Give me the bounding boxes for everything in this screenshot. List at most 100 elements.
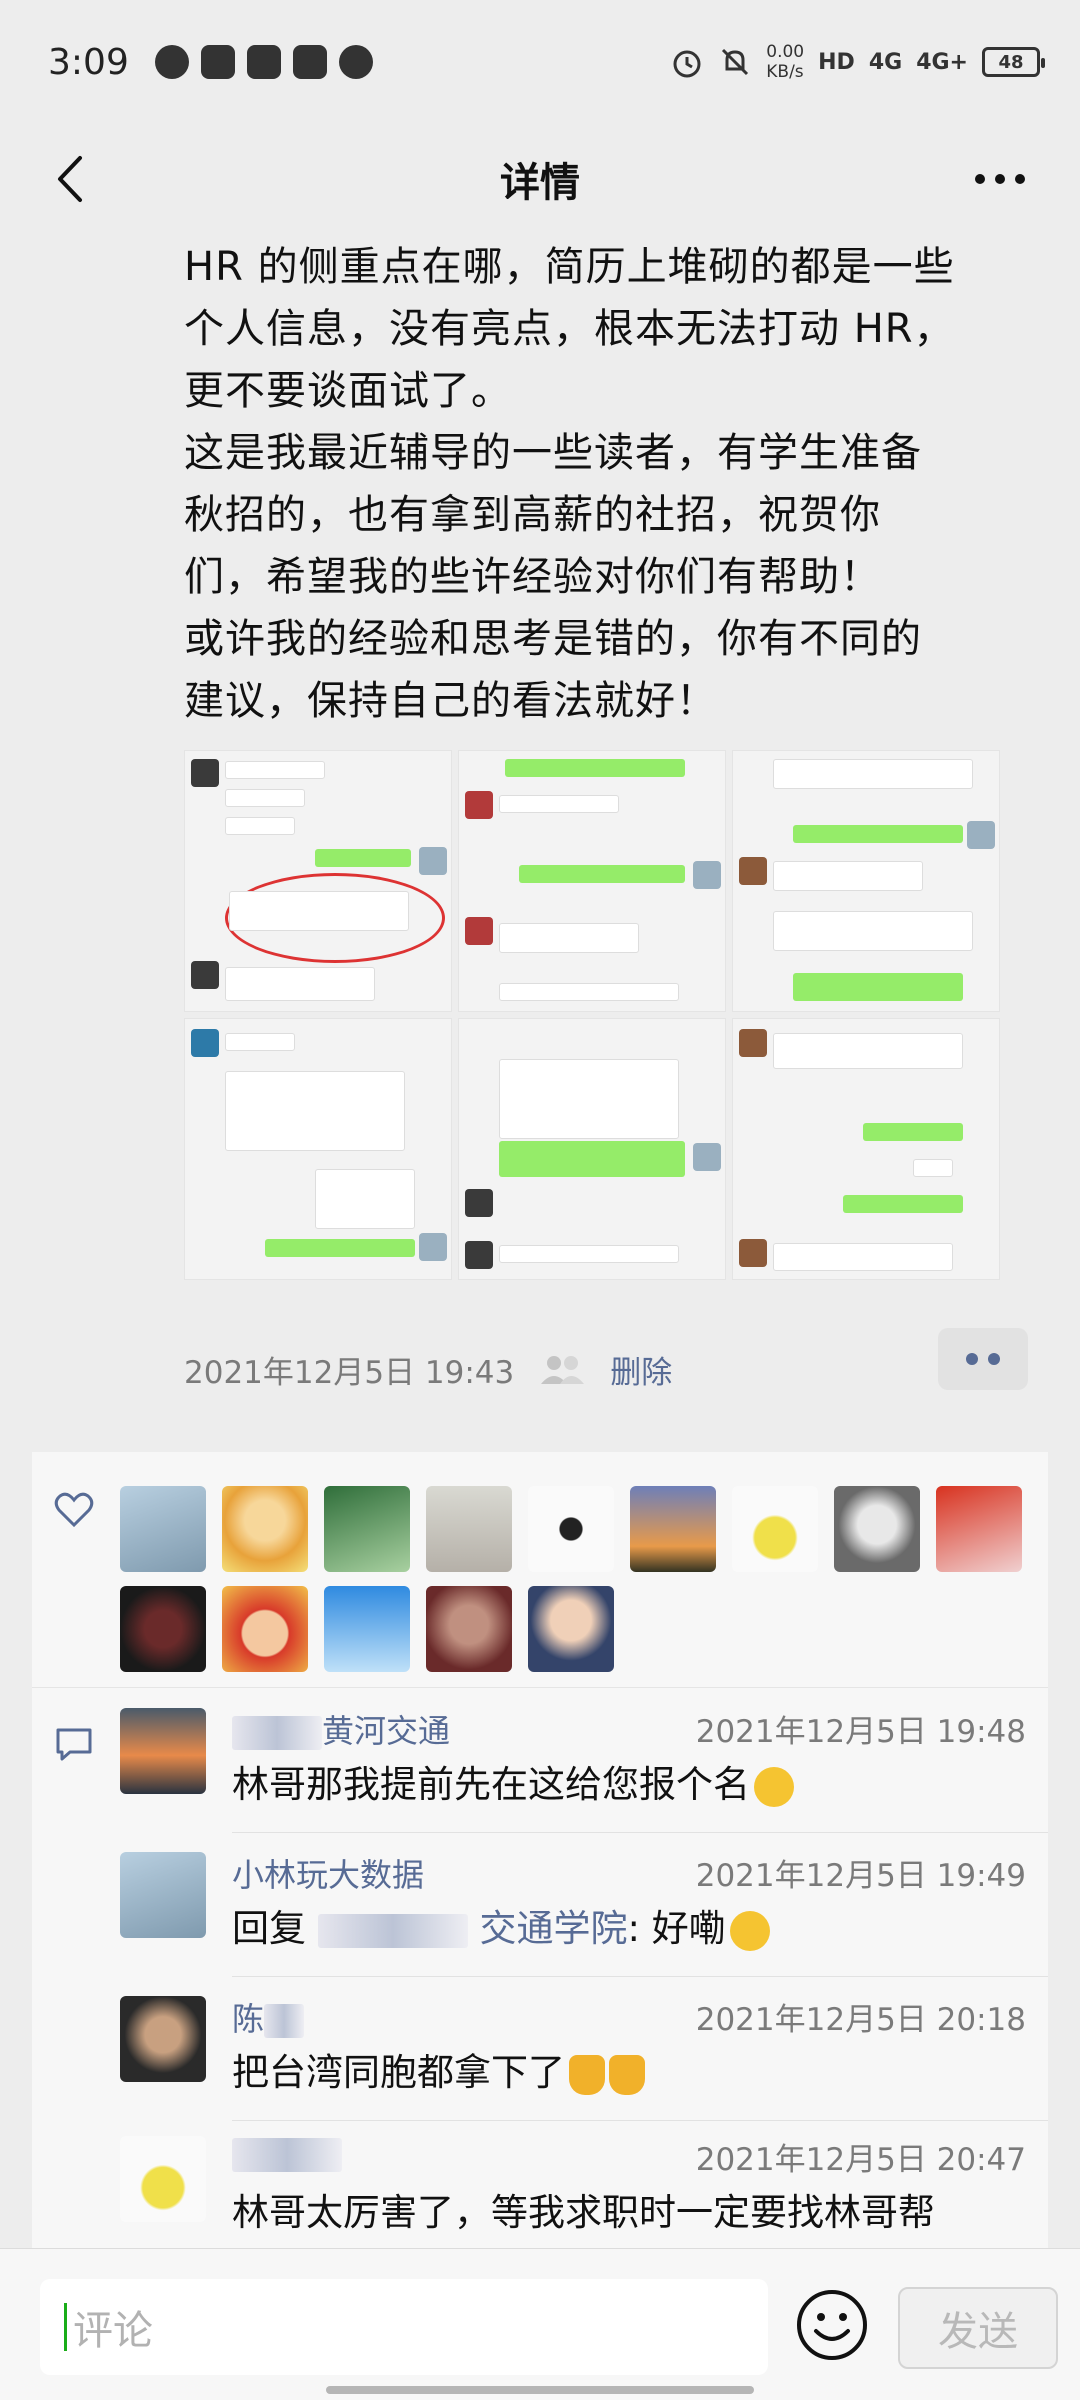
reply-target-name[interactable]: 交通学院 <box>480 1907 628 1950</box>
home-indicator[interactable] <box>326 2386 754 2394</box>
comment-item[interactable]: 2021年12月5日 20:47 林哥太厉害了，等我求职时一定要找林哥帮 <box>120 2116 1040 2260</box>
chat-bubble <box>505 759 685 777</box>
status-bar: 3:09 0.00 KB/s HD 4G 4G+ 48 <box>0 0 1080 124</box>
commenter-avatar[interactable] <box>120 1852 206 1938</box>
liker-avatar[interactable] <box>324 1486 410 1572</box>
redacted-name <box>317 1913 468 1948</box>
post-image[interactable] <box>458 750 726 1012</box>
post-text-line: 更不要谈面试了。 <box>184 368 512 414</box>
comment-input-bar: 评论 发送 <box>0 2248 1080 2400</box>
chat-avatar <box>465 791 493 819</box>
liker-avatar[interactable] <box>426 1486 512 1572</box>
chat-bubble <box>499 1245 679 1263</box>
liker-avatar[interactable] <box>120 1586 206 1672</box>
chat-bubble <box>793 973 963 1001</box>
chat-bubble <box>499 1141 685 1177</box>
chat-bubble <box>913 1159 953 1177</box>
back-button[interactable] <box>36 146 102 212</box>
more-dot-icon <box>975 174 985 184</box>
chat-bubble <box>793 825 963 843</box>
chat-bubble <box>265 1239 415 1257</box>
post-text-line: 们，希望我的些许经验对你们有帮助！ <box>184 554 881 600</box>
chat-bubble <box>499 923 639 953</box>
liker-avatar[interactable] <box>222 1486 308 1572</box>
redacted-name <box>264 2004 305 2038</box>
smirk-emoji-icon <box>729 1910 770 1951</box>
thumbs-up-emoji-icon <box>609 2054 645 2095</box>
post-image[interactable] <box>732 1018 1000 1280</box>
more-dot-icon <box>995 174 1005 184</box>
commenter-avatar[interactable] <box>120 1996 206 2082</box>
emoji-button[interactable] <box>794 2287 870 2363</box>
comment-item[interactable]: 黄河交通 2021年12月5日 19:48 林哥那我提前先在这给您报个名 <box>120 1688 1040 1832</box>
chat-bubble <box>843 1195 963 1213</box>
app-notification-icon <box>246 45 281 79</box>
post-image[interactable] <box>184 1018 452 1280</box>
chevron-left-icon <box>58 156 82 202</box>
like-comment-actions-button[interactable] <box>938 1328 1028 1390</box>
network-4g-plus-indicator: 4G+ <box>916 49 968 75</box>
chat-bubble <box>225 789 305 807</box>
liker-avatar[interactable] <box>834 1486 920 1572</box>
actions-dot-icon <box>988 1353 1000 1365</box>
chat-avatar <box>739 1239 767 1267</box>
mute-icon <box>722 48 749 76</box>
send-button[interactable]: 发送 <box>898 2287 1058 2369</box>
liker-avatar[interactable] <box>528 1586 614 1672</box>
thumbs-up-emoji-icon <box>569 2054 605 2095</box>
delete-post-link[interactable]: 删除 <box>610 1347 672 1392</box>
post-text-line: 建议，保持自己的看法就好！ <box>184 678 717 724</box>
chat-bubble <box>499 983 679 1001</box>
commenter-name[interactable] <box>232 2134 342 2172</box>
chat-avatar <box>739 1029 767 1057</box>
more-dot-icon <box>1015 174 1025 184</box>
liker-avatar[interactable] <box>528 1486 614 1572</box>
chat-avatar <box>191 1029 219 1057</box>
liker-avatar[interactable] <box>222 1586 308 1672</box>
chat-bubble <box>229 891 409 931</box>
post-image-grid <box>184 750 1006 1280</box>
post-image[interactable] <box>458 1018 726 1280</box>
actions-dot-icon <box>966 1353 978 1365</box>
chat-bubble <box>499 1059 679 1139</box>
liker-avatar[interactable] <box>324 1586 410 1672</box>
chat-avatar <box>191 759 219 787</box>
post-text: HR 的侧重点在哪，简历上堆砌的都是一些 个人信息，没有亮点，根本无法打动 HR… <box>184 234 1044 732</box>
comment-item[interactable]: 陈 2021年12月5日 20:18 把台湾同胞都拿下了 <box>120 1976 1040 2120</box>
commenter-avatar[interactable] <box>120 1708 206 1794</box>
chat-avatar <box>419 1233 447 1261</box>
liker-avatar[interactable] <box>120 1486 206 1572</box>
commenter-name[interactable]: 小林玩大数据 <box>232 1850 424 1896</box>
visibility-group-icon <box>541 1356 585 1384</box>
comment-item[interactable]: 小林玩大数据 2021年12月5日 19:49 回复 交通学院: 好嘞 <box>120 1832 1040 1976</box>
grin-emoji-icon <box>754 1766 794 1807</box>
system-indicators: 0.00 KB/s HD 4G 4G+ 48 <box>670 42 1045 82</box>
commenter-name[interactable]: 陈 <box>232 1994 305 2040</box>
comment-input[interactable]: 评论 <box>40 2279 768 2375</box>
commenter-name[interactable]: 黄河交通 <box>232 1706 450 1752</box>
post-image[interactable] <box>184 750 452 1012</box>
chat-bubble <box>225 967 375 1001</box>
navigation-bar: 详情 <box>0 124 1080 234</box>
chat-bubble <box>225 761 325 779</box>
chat-bubble <box>315 849 411 867</box>
pinwheel-notification-icon <box>292 45 327 79</box>
liker-avatar[interactable] <box>936 1486 1022 1572</box>
message-notification-icon <box>200 45 235 79</box>
comment-time: 2021年12月5日 19:48 <box>695 1714 1026 1750</box>
liker-avatar[interactable] <box>732 1486 818 1572</box>
chat-bubble <box>773 1243 953 1271</box>
commenter-avatar[interactable] <box>120 2136 206 2222</box>
chat-avatar <box>739 857 767 885</box>
more-options-button[interactable] <box>960 146 1040 212</box>
hd-indicator: HD <box>818 49 855 75</box>
comment-text: 回复 交通学院: 好嘞 <box>232 1898 770 1952</box>
comment-time: 2021年12月5日 20:18 <box>695 2002 1026 2038</box>
chat-bubble <box>773 1033 963 1069</box>
chat-avatar <box>419 847 447 875</box>
chat-avatar <box>967 821 995 849</box>
liker-avatar[interactable] <box>426 1586 512 1672</box>
redacted-name <box>232 2138 342 2172</box>
post-image[interactable] <box>732 750 1000 1012</box>
liker-avatar[interactable] <box>630 1486 716 1572</box>
